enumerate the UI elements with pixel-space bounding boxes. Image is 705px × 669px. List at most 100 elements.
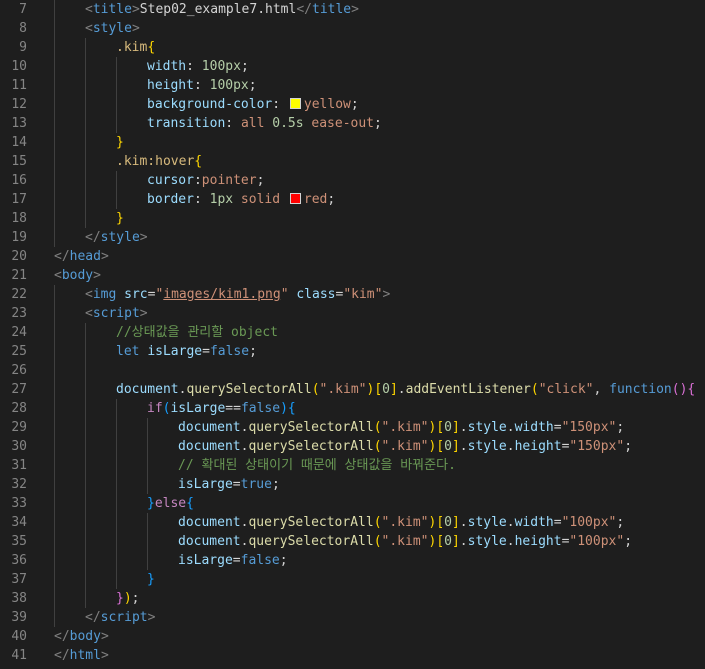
code-token: querySelectorAll [186, 382, 312, 397]
line-number: 41 [11, 648, 27, 663]
code-line[interactable]: 37} [0, 570, 705, 589]
code-token: script [100, 610, 148, 625]
code-token: ( [311, 382, 320, 397]
code-token: ] [451, 515, 460, 530]
code-editor[interactable]: 7 <title>Step02_example7.html</title> 8 <st… [0, 0, 705, 669]
code-line[interactable]: 33}else{ [0, 494, 705, 513]
code-token: 0 [382, 382, 390, 397]
code-token: { [687, 382, 696, 397]
code-line[interactable]: 32 isLarge=true; [0, 475, 705, 494]
code-token: src [124, 287, 148, 302]
code-token: solid [233, 192, 288, 207]
code-line[interactable]: 16 cursor:pointer; [0, 171, 705, 190]
code-line[interactable]: 21 <body> [0, 266, 705, 285]
code-token: isLarge [178, 553, 233, 568]
line-number: 28 [11, 401, 27, 416]
code-line[interactable]: 28 if(isLarge==false){ [0, 399, 705, 418]
code-token: script [92, 306, 140, 321]
code-text: <body> [54, 266, 101, 285]
line-number: 21 [11, 268, 27, 283]
code-token: .kim:hover [116, 154, 195, 169]
code-token: style [92, 21, 132, 36]
code-line[interactable]: 12 background-color: yellow; [0, 95, 705, 114]
code-token: " [280, 287, 289, 302]
code-token: document [178, 515, 241, 530]
code-token: document [178, 534, 241, 549]
code-text: isLarge=true; [178, 475, 280, 494]
code-line[interactable]: 31 // 확대된 상태이기 때문에 상태값을 바꿔준다. [0, 456, 705, 475]
code-token: > [139, 306, 148, 321]
code-line[interactable]: 35 document.querySelectorAll(".kim")[0].s… [0, 532, 705, 551]
code-token: "150px" [561, 420, 617, 435]
code-line[interactable]: 18} [0, 209, 705, 228]
code-token: width [514, 515, 554, 530]
code-token: . [506, 439, 515, 454]
code-line[interactable]: 15 .kim:hover{ [0, 152, 705, 171]
code-text: transition: all 0.5s ease-out; [147, 114, 382, 133]
code-line[interactable]: 24 //상태값을 관리할 object [0, 323, 705, 342]
color-swatch-icon[interactable] [289, 193, 301, 204]
code-token: "click" [538, 382, 594, 397]
code-line[interactable]: 27 document.querySelectorAll(".kim")[0].a… [0, 380, 705, 399]
code-line[interactable]: 25 let isLarge=false; [0, 342, 705, 361]
code-line[interactable]: 10 width: 100px; [0, 57, 705, 76]
code-line[interactable]: 17 border: 1px solid red; [0, 190, 705, 209]
code-token: ease-out [303, 116, 375, 131]
line-number: 24 [11, 325, 27, 340]
code-token: ; [248, 78, 257, 93]
code-token: false [240, 401, 281, 416]
code-line[interactable]: 13 transition: all 0.5s ease-out; [0, 114, 705, 133]
code-token: > [131, 2, 140, 17]
line-number: 8 [19, 21, 27, 36]
code-line[interactable]: 36 isLarge=false; [0, 551, 705, 570]
code-line[interactable]: 14} [0, 133, 705, 152]
code-text: document.querySelectorAll(".kim")[0].sty… [178, 513, 624, 532]
code-token: border [147, 192, 194, 207]
code-line[interactable]: 41 </html> [0, 646, 705, 665]
line-number: 22 [11, 287, 27, 302]
code-token: [ [436, 515, 445, 530]
code-token: ; [374, 116, 382, 131]
code-line[interactable]: 9 .kim{ [0, 38, 705, 57]
code-token: . [397, 382, 406, 397]
code-line[interactable]: 29 document.querySelectorAll(".kim")[0].s… [0, 418, 705, 437]
code-token: .kim [116, 40, 148, 55]
code-token: pointer [201, 173, 257, 188]
code-line[interactable]: 34 document.querySelectorAll(".kim")[0].s… [0, 513, 705, 532]
code-line[interactable]: 23 <script> [0, 304, 705, 323]
code-token: . [459, 439, 468, 454]
code-token: ] [451, 534, 460, 549]
code-line[interactable]: 20 </head> [0, 247, 705, 266]
code-token: body [69, 629, 101, 644]
code-token: if [147, 401, 163, 416]
code-token: { [194, 154, 203, 169]
code-token: true [240, 477, 272, 492]
code-line[interactable]: 40 </body> [0, 627, 705, 646]
code-token: > [100, 629, 109, 644]
code-token: > [100, 249, 109, 264]
code-line[interactable]: 30 document.querySelectorAll(".kim")[0].s… [0, 437, 705, 456]
code-token: ( [373, 534, 382, 549]
code-token: </ [85, 610, 101, 625]
code-token: = [553, 420, 562, 435]
line-number: 13 [11, 116, 27, 131]
code-token: < [85, 21, 93, 36]
code-line[interactable]: 11 height: 100px; [0, 76, 705, 95]
line-number: 35 [11, 534, 27, 549]
line-number: 27 [11, 382, 27, 397]
code-token: [ [436, 439, 445, 454]
code-text: } [116, 209, 124, 228]
line-number: 26 [11, 363, 27, 378]
code-line[interactable]: 8 <style> [0, 19, 705, 38]
color-swatch-icon[interactable] [289, 98, 301, 109]
code-text: document.querySelectorAll(".kim")[0].add… [116, 380, 695, 399]
code-line[interactable]: 19 </style> [0, 228, 705, 247]
code-token: ".kim" [381, 439, 429, 454]
code-line[interactable]: 22 <img src="images/kim1.png" class="kim"… [0, 285, 705, 304]
code-line[interactable]: 26 [0, 361, 705, 380]
code-line[interactable]: 39 </script> [0, 608, 705, 627]
code-token: body [61, 268, 94, 283]
code-line[interactable]: 7 <title>Step02_example7.html</title> [0, 0, 705, 19]
code-token: transition [147, 116, 226, 131]
code-line[interactable]: 38}); [0, 589, 705, 608]
